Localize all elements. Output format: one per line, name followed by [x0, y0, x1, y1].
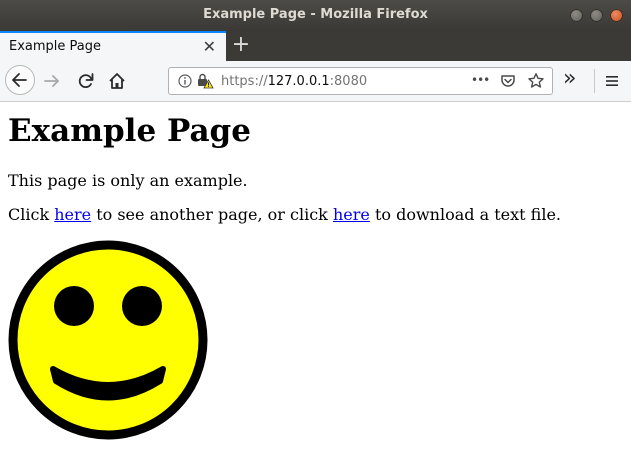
navigation-toolbar: https://127.0.0.1:8080 ••• »	[0, 61, 631, 102]
intro-paragraph: This page is only an example.	[8, 171, 248, 190]
back-button[interactable]	[5, 65, 35, 95]
page-heading: Example Page	[8, 113, 251, 149]
another-page-link[interactable]: here	[54, 205, 91, 224]
hamburger-menu-icon[interactable]	[604, 73, 620, 89]
links-text-middle: to see another page, or click	[91, 205, 333, 224]
back-arrow-icon	[12, 73, 27, 87]
url-text[interactable]: https://127.0.0.1:8080	[221, 74, 367, 89]
pocket-icon[interactable]	[500, 73, 516, 89]
info-icon[interactable]	[178, 74, 192, 88]
insecure-lock-icon[interactable]	[196, 72, 214, 90]
links-text-before: Click	[8, 205, 55, 224]
window-title-bar: Example Page - Mozilla Firefox	[0, 0, 631, 31]
minimize-button[interactable]	[570, 9, 583, 22]
links-paragraph: Click here to see another page, or click…	[8, 205, 561, 224]
links-text-after: to download a text file.	[369, 205, 561, 224]
tab-close-icon[interactable]: ✕	[203, 37, 216, 56]
toolbar-separator	[594, 69, 595, 93]
maximize-button[interactable]	[590, 9, 603, 22]
tab-title: Example Page	[9, 39, 102, 54]
bookmark-star-icon[interactable]	[527, 72, 545, 90]
forward-arrow-icon[interactable]	[42, 71, 62, 91]
home-icon[interactable]	[107, 71, 127, 91]
url-scheme: https://	[221, 74, 268, 89]
window-close-button[interactable]	[610, 9, 623, 22]
toolbar-overflow-icon[interactable]: »	[563, 66, 576, 92]
window-title: Example Page - Mozilla Firefox	[203, 7, 428, 22]
tab-strip: Example Page ✕ +	[0, 31, 631, 61]
reload-icon[interactable]	[76, 71, 96, 91]
page-content: Example Page This page is only an exampl…	[0, 102, 631, 453]
tab-example-page[interactable]: Example Page ✕	[0, 31, 226, 61]
download-text-file-link[interactable]: here	[333, 205, 370, 224]
smiley-face-image	[8, 240, 208, 440]
new-tab-button[interactable]: +	[231, 32, 251, 58]
url-host: 127.0.0.1	[267, 74, 330, 89]
url-bar[interactable]: https://127.0.0.1:8080 •••	[168, 67, 553, 95]
url-port: :8080	[329, 74, 368, 89]
page-actions-menu-icon[interactable]: •••	[471, 73, 490, 87]
